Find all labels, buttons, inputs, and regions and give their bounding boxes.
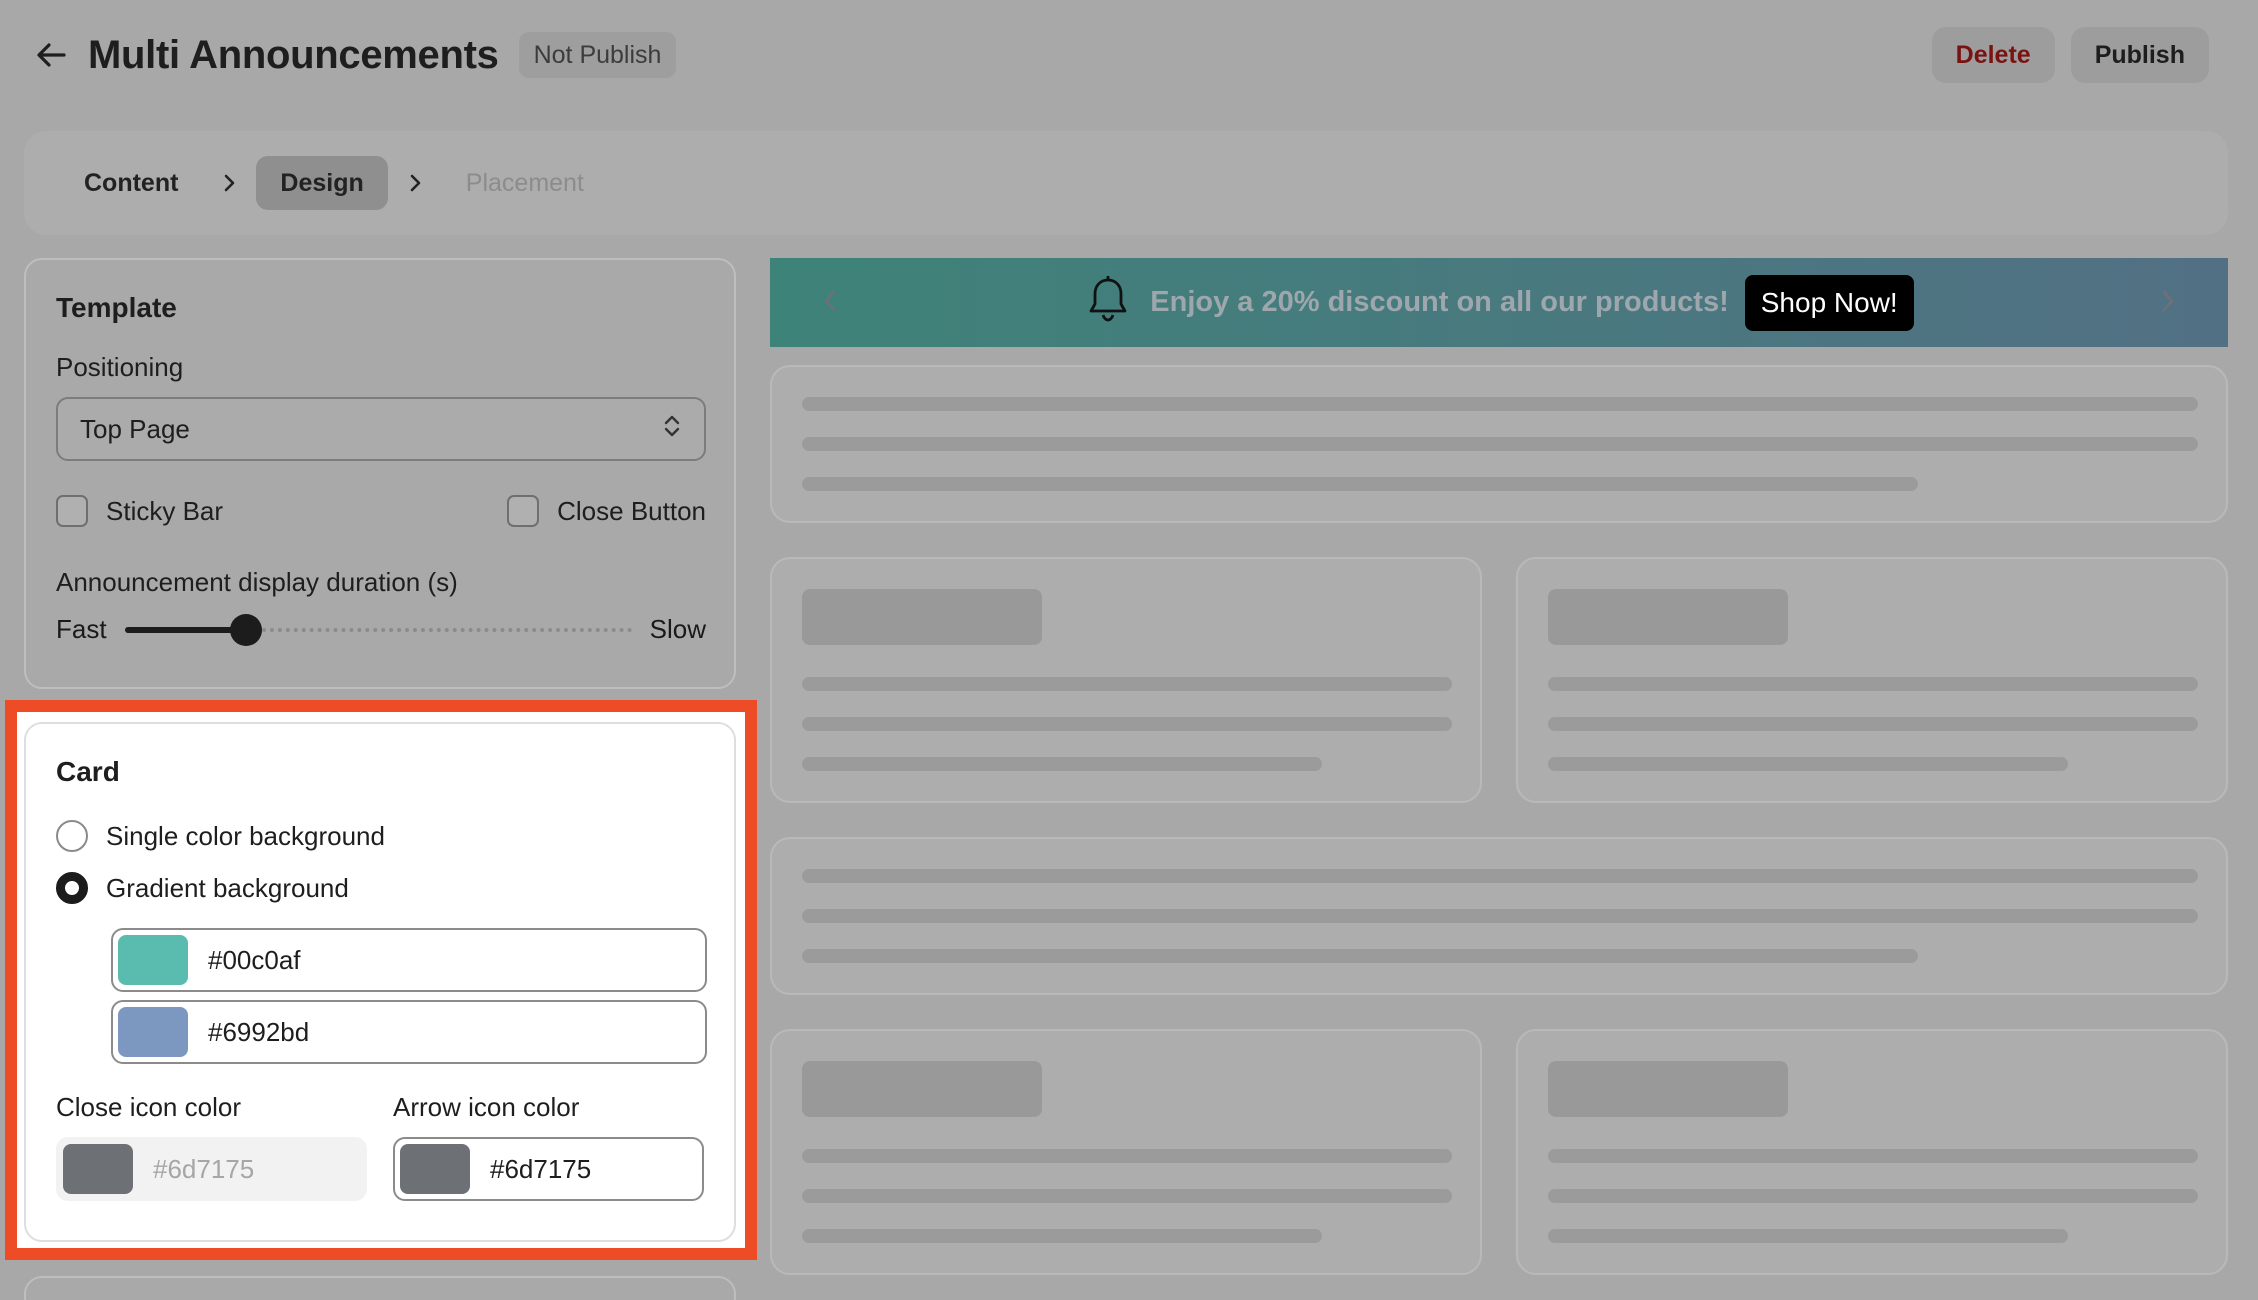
- chevron-right-icon[interactable]: [2158, 286, 2178, 321]
- gradient-color-inputs: #00c0af #6992bd: [111, 928, 707, 1064]
- skeleton-block: [802, 589, 1042, 645]
- header-actions: Delete Publish: [1931, 27, 2209, 83]
- template-panel: Template Positioning Top Page Sticky Bar…: [24, 258, 736, 689]
- arrow-icon-color-label: Arrow icon color: [393, 1092, 580, 1122]
- back-arrow-icon[interactable]: [34, 38, 68, 72]
- skeleton-line: [1548, 1189, 2198, 1203]
- skeleton-line: [802, 909, 2198, 923]
- color-swatch[interactable]: [400, 1144, 470, 1194]
- step-content[interactable]: Content: [60, 156, 202, 210]
- skeleton-line: [802, 397, 2198, 411]
- announcement-banner-preview: Enjoy a 20% discount on all our products…: [770, 258, 2228, 347]
- close-icon-color-label: Close icon color: [56, 1092, 241, 1122]
- duration-slider-row: Fast Slow: [56, 613, 706, 646]
- card-panel: Card Single color background Gradient ba…: [24, 722, 736, 1242]
- gradient-color-2-input[interactable]: #6992bd: [111, 1000, 707, 1064]
- slider-thumb[interactable]: [230, 613, 263, 646]
- sticky-bar-option[interactable]: Sticky Bar: [56, 495, 223, 527]
- sticky-bar-label: Sticky Bar: [106, 495, 224, 526]
- template-title: Template: [56, 292, 177, 323]
- skeleton-line: [802, 717, 1452, 731]
- gradient-color-1-value: #00c0af: [208, 944, 301, 975]
- single-color-label: Single color background: [106, 820, 385, 851]
- skeleton-block: [1548, 1061, 1788, 1117]
- skeleton-line: [802, 677, 1452, 691]
- close-button-option[interactable]: Close Button: [507, 495, 706, 527]
- skeleton-card: [770, 557, 1482, 803]
- positioning-value: Top Page: [80, 413, 190, 444]
- arrow-icon-color-input[interactable]: #6d7175: [393, 1137, 704, 1201]
- skeleton-line: [802, 949, 1918, 963]
- skeleton-line: [1548, 717, 2198, 731]
- color-swatch[interactable]: [118, 1007, 188, 1057]
- close-button-checkbox[interactable]: [507, 495, 540, 527]
- banner-text: Enjoy a 20% discount on all our products…: [1150, 286, 1729, 318]
- skeleton-block: [1548, 589, 1788, 645]
- skeleton-line: [1548, 677, 2198, 691]
- gradient-option[interactable]: Gradient background: [56, 872, 704, 904]
- single-color-option[interactable]: Single color background: [56, 820, 704, 852]
- step-design[interactable]: Design: [256, 156, 388, 210]
- gradient-color-1-input[interactable]: #00c0af: [111, 928, 707, 992]
- positioning-label: Positioning: [56, 352, 184, 382]
- gradient-radio[interactable]: [56, 872, 88, 904]
- fast-label: Fast: [56, 614, 107, 644]
- close-icon-color-input[interactable]: #6d7175: [56, 1137, 367, 1201]
- close-icon-color-value: #6d7175: [153, 1153, 255, 1184]
- close-icon-color-field: Close icon color #6d7175: [56, 1092, 367, 1201]
- gradient-color-2-value: #6992bd: [208, 1016, 310, 1047]
- step-placement[interactable]: Placement: [442, 156, 608, 210]
- delete-button[interactable]: Delete: [1931, 27, 2055, 83]
- arrow-icon-color-value: #6d7175: [490, 1153, 592, 1184]
- slider-track-rest: [262, 627, 632, 632]
- slow-label: Slow: [649, 614, 706, 644]
- status-badge: Not Publish: [518, 32, 677, 78]
- skeleton-line: [802, 757, 1322, 771]
- gradient-label: Gradient background: [106, 872, 349, 903]
- shop-now-button[interactable]: Shop Now!: [1744, 274, 1914, 331]
- skeleton-line: [802, 869, 2198, 883]
- color-swatch[interactable]: [118, 935, 188, 985]
- duration-label: Announcement display duration (s): [56, 567, 458, 597]
- page-header: Multi Announcements Not Publish Delete P…: [0, 0, 2258, 110]
- slider-fill: [124, 626, 247, 633]
- card-title: Card: [56, 756, 120, 787]
- skeleton-line: [802, 1229, 1322, 1243]
- skeleton-card: [1516, 557, 2228, 803]
- skeleton-card: [770, 1029, 1482, 1275]
- skeleton-line: [802, 1149, 1452, 1163]
- icon-color-fields: Close icon color #6d7175 Arrow icon colo…: [56, 1092, 704, 1201]
- bell-icon: [1084, 275, 1132, 330]
- next-panel: [24, 1276, 736, 1300]
- page-title: Multi Announcements: [88, 32, 499, 77]
- skeleton-line: [1548, 1149, 2198, 1163]
- close-button-label: Close Button: [557, 495, 706, 526]
- skeleton-card: [770, 837, 2228, 995]
- skeleton-line: [1548, 757, 2068, 771]
- chevron-right-icon: [202, 173, 256, 193]
- step-navigation: Content Design Placement: [24, 131, 2228, 235]
- skeleton-line: [802, 477, 1918, 491]
- template-checkboxes: Sticky Bar Close Button: [56, 495, 706, 527]
- select-chevron-icon: [662, 412, 682, 447]
- color-swatch[interactable]: [63, 1144, 133, 1194]
- chevron-left-icon[interactable]: [820, 286, 840, 321]
- skeleton-line: [802, 1189, 1452, 1203]
- skeleton-card: [770, 365, 2228, 523]
- skeleton-line: [802, 437, 2198, 451]
- positioning-select[interactable]: Top Page: [56, 397, 706, 461]
- skeleton-line: [1548, 1229, 2068, 1243]
- duration-slider[interactable]: [124, 613, 632, 646]
- sticky-bar-checkbox[interactable]: [56, 495, 88, 527]
- arrow-icon-color-field: Arrow icon color #6d7175: [393, 1092, 704, 1201]
- single-color-radio[interactable]: [56, 820, 88, 852]
- skeleton-card: [1516, 1029, 2228, 1275]
- chevron-right-icon: [388, 173, 442, 193]
- publish-button[interactable]: Publish: [2070, 27, 2209, 83]
- skeleton-block: [802, 1061, 1042, 1117]
